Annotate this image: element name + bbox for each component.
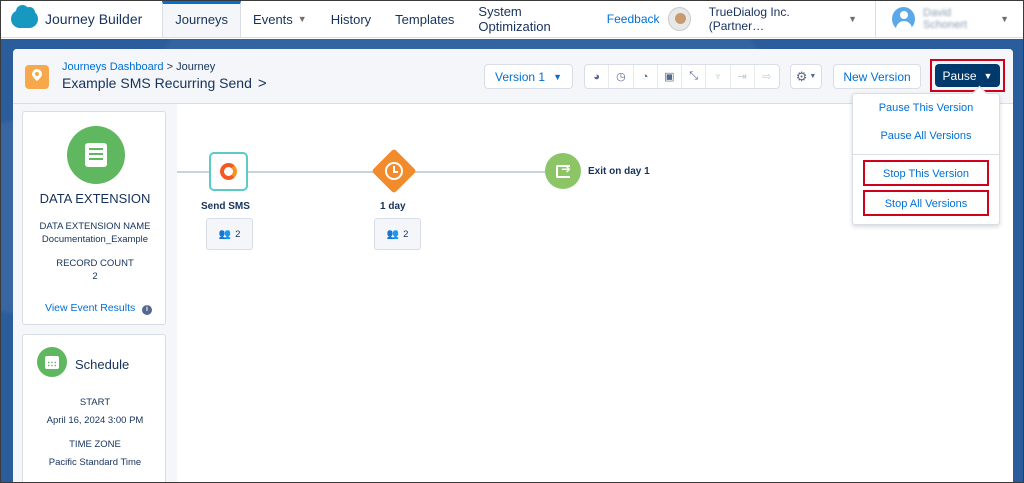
connector-line [177, 171, 209, 173]
nav-tab-system-optimization[interactable]: System Optimization [466, 1, 606, 37]
pause-this-version-item[interactable]: Pause This Version [853, 102, 999, 114]
exit-label: Exit on day 1 [588, 166, 650, 177]
time-zone-value: Pacific Standard Time [48, 457, 142, 468]
people-icon: 👥 [386, 228, 400, 240]
record-count-label: RECORD COUNT [56, 258, 134, 269]
feedback-link[interactable]: Feedback [607, 12, 660, 26]
journey-toolbar: ◕ ◷ ◔ ▣ ⤡ ♆ ⇥ ⇨ [584, 64, 780, 89]
user-name: David Schonert [923, 7, 968, 31]
count-value: 2 [235, 228, 241, 240]
send-sms-activity[interactable] [209, 152, 248, 191]
start-value: April 16, 2024 3:00 PM [46, 415, 144, 426]
chevron-down-icon: ▼ [848, 14, 858, 24]
chevron-right-icon: > [257, 75, 267, 92]
org-name: TrueDialog Inc. (Partner… [708, 5, 790, 33]
nav-tab-label: Journeys [175, 11, 229, 27]
feedback-avatar-icon[interactable] [667, 7, 691, 31]
exit-node[interactable] [545, 153, 581, 189]
clock-icon [383, 160, 405, 182]
pause-all-versions-item[interactable]: Pause All Versions [853, 130, 999, 142]
menu-divider [853, 154, 999, 155]
gear-icon: ⚙ [795, 68, 808, 84]
data-extension-icon [67, 126, 125, 184]
breadcrumb-current: Journey [176, 61, 216, 73]
brand[interactable]: Journey Builder [1, 1, 162, 37]
exit-icon: ⇨ [762, 71, 772, 83]
trophy-icon: ♆ [706, 65, 731, 88]
schedule-panel[interactable]: Schedule START April 16, 2024 3:00 PM TI… [22, 334, 166, 482]
pause-button[interactable]: Pause ▼ [935, 64, 1000, 87]
org-switcher[interactable]: TrueDialog Inc. (Partner… ▼ [708, 1, 877, 37]
chevron-down-icon: ▼ [983, 70, 993, 81]
wait-label: 1 day [380, 201, 406, 212]
version-dropdown[interactable]: Version 1 ▼ [484, 64, 573, 89]
schedule-title: Schedule [75, 357, 130, 372]
view-event-results-link[interactable]: View Event Results [45, 302, 135, 314]
nav-tab-templates[interactable]: Templates [383, 1, 466, 37]
nav-tab-events[interactable]: Events ▼ [241, 1, 319, 37]
chevron-down-icon: ▼ [297, 14, 307, 24]
data-extension-name-label: DATA EXTENSION NAME [39, 221, 151, 232]
people-icon: 👥 [218, 228, 232, 240]
user-menu[interactable]: David Schonert ▼ [876, 1, 1023, 37]
nav-tab-label: Events [253, 11, 293, 27]
calendar-icon [37, 347, 67, 377]
chevron-down-icon: ▼ [553, 71, 562, 82]
user-avatar-icon [892, 7, 916, 31]
record-count-value: 2 [92, 271, 98, 282]
journey-map-pin-icon [25, 65, 49, 89]
nav-tab-label: History [330, 11, 372, 27]
breadcrumb-dashboard-link[interactable]: Journeys Dashboard [62, 61, 164, 73]
nav-right: Feedback TrueDialog Inc. (Partner… ▼ Dav… [607, 1, 1023, 37]
new-version-button[interactable]: New Version [833, 64, 921, 89]
history-icon[interactable]: ◷ [609, 65, 634, 88]
info-icon[interactable]: i [142, 305, 152, 315]
pause-button-highlight: Pause ▼ [930, 59, 1005, 92]
wait-count[interactable]: 👥 2 [374, 218, 421, 250]
camera-icon[interactable]: ▣ [658, 65, 682, 88]
collapse-icon[interactable]: ⤡ [682, 65, 707, 88]
version-label: Version 1 [495, 69, 546, 84]
time-zone-label: TIME ZONE [69, 439, 121, 450]
stop-this-version-highlight [863, 160, 989, 186]
breadcrumb: Journeys Dashboard > Journey [62, 61, 215, 73]
gauge-icon[interactable]: ◔ [634, 65, 658, 88]
exit-icon [556, 162, 571, 178]
nav-tab-history[interactable]: History [319, 1, 383, 37]
start-label: START [79, 397, 111, 408]
breadcrumb-separator: > [166, 61, 174, 73]
nav-tab-label: Templates [395, 11, 455, 27]
send-sms-label: Send SMS [201, 201, 250, 212]
sms-icon [220, 163, 237, 180]
entry-source-title: DATA EXTENSION [39, 191, 151, 206]
journey-title[interactable]: Example SMS Recurring Send > [62, 75, 267, 92]
nav-tab-journeys[interactable]: Journeys [162, 1, 242, 37]
top-nav: Journey Builder Journeys Events ▼ History… [1, 1, 1023, 38]
app-title: Journey Builder [45, 11, 143, 27]
chevron-down-icon: ▼ [1000, 14, 1009, 24]
connector-line [405, 171, 547, 173]
salesforce-cloud-icon [11, 5, 38, 28]
send-sms-count[interactable]: 👥 2 [206, 218, 253, 250]
new-version-label: New Version [843, 69, 911, 84]
data-extension-name-value: Documentation_Example [41, 234, 149, 245]
nav-tab-label: System Optimization [478, 4, 551, 34]
entry-source-panel[interactable]: DATA EXTENSION DATA EXTENSION NAME Docum… [22, 111, 166, 325]
chevron-down-icon: ▼ [809, 73, 817, 80]
journey-title-text: Example SMS Recurring Send [62, 75, 252, 91]
app-window: Journey Builder Journeys Events ▼ History… [0, 0, 1024, 483]
connector-line [248, 171, 384, 173]
exit-criteria-icon: ⇥ [731, 65, 755, 88]
stop-all-versions-highlight [863, 190, 989, 216]
count-value: 2 [403, 228, 409, 240]
pie-chart-icon[interactable]: ◕ [585, 65, 610, 88]
settings-menu-button[interactable]: ⚙ ▼ [790, 64, 822, 89]
pause-label: Pause [942, 68, 977, 83]
